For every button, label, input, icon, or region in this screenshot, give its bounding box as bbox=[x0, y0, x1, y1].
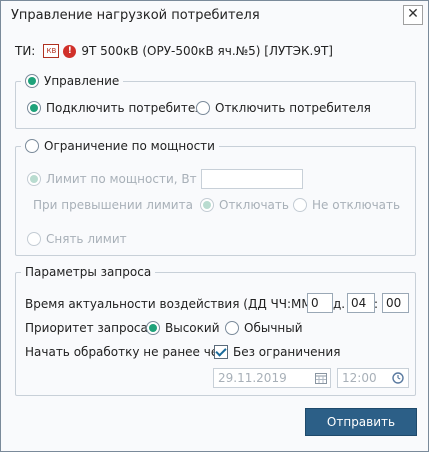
ti-label: ТИ: bbox=[15, 44, 36, 58]
priority-high-option[interactable]: Высокий bbox=[146, 321, 220, 335]
priority-label: Приоритет запроса bbox=[25, 321, 148, 335]
exceed-disconnect-radio[interactable] bbox=[200, 198, 214, 212]
time-colon: : bbox=[374, 297, 379, 311]
remove-limit-label: Снять лимит bbox=[46, 232, 127, 246]
dialog-titlebar: Управление нагрузкой потребителя ✕ bbox=[1, 1, 428, 29]
close-icon[interactable]: ✕ bbox=[403, 5, 423, 25]
date-value: 29.11.2019 bbox=[218, 371, 287, 385]
request-params-legend: Параметры запроса bbox=[21, 265, 156, 279]
control-legend-label: Управление bbox=[44, 74, 120, 88]
connect-radio[interactable] bbox=[27, 101, 41, 115]
disconnect-label: Отключить потребителя bbox=[215, 101, 371, 115]
priority-normal-option[interactable]: Обычный bbox=[225, 321, 303, 335]
control-radio[interactable] bbox=[25, 74, 39, 88]
no-limit-option[interactable]: Без ограничения bbox=[214, 345, 340, 359]
priority-high-label: Высокий bbox=[165, 321, 220, 335]
ti-row: ТИ: КВ ! 9Т 500кВ (ОРУ-500кВ яч.№5) [ЛУТ… bbox=[15, 43, 333, 59]
minutes-input[interactable]: 00 bbox=[382, 293, 409, 313]
ti-name: 9Т 500кВ (ОРУ-500кВ яч.№5) [ЛУТЭК.9Т] bbox=[81, 44, 333, 58]
validity-label: Время актуальности воздействия (ДД ЧЧ:ММ… bbox=[25, 297, 317, 311]
warning-icon: ! bbox=[63, 44, 77, 58]
send-button[interactable]: Отправить bbox=[305, 408, 417, 436]
exceed-label: При превышении лимита bbox=[33, 198, 193, 212]
clock-icon[interactable] bbox=[392, 372, 404, 384]
control-legend[interactable]: Управление bbox=[21, 74, 124, 88]
power-limit-radio[interactable] bbox=[25, 139, 39, 153]
days-input[interactable]: 0 bbox=[307, 293, 333, 313]
disconnect-radio[interactable] bbox=[196, 101, 210, 115]
remove-limit-option[interactable]: Снять лимит bbox=[27, 232, 127, 246]
limit-option[interactable]: Лимит по мощности, Вт bbox=[27, 172, 197, 186]
priority-normal-radio[interactable] bbox=[225, 321, 239, 335]
load-control-dialog: Управление нагрузкой потребителя ✕ ТИ: К… bbox=[0, 0, 429, 452]
days-suffix: д. bbox=[333, 297, 346, 311]
power-limit-legend[interactable]: Ограничение по мощности bbox=[21, 139, 219, 153]
limit-radio[interactable] bbox=[27, 172, 41, 186]
no-limit-checkbox[interactable] bbox=[214, 345, 228, 359]
no-limit-label: Без ограничения bbox=[233, 345, 341, 359]
remove-limit-radio[interactable] bbox=[27, 232, 41, 246]
connect-label: Подключить потребителя bbox=[46, 101, 211, 115]
priority-normal-label: Обычный bbox=[244, 321, 303, 335]
time-picker[interactable]: 12:00 bbox=[337, 368, 409, 388]
priority-high-radio[interactable] bbox=[146, 321, 160, 335]
time-value: 12:00 bbox=[342, 371, 377, 385]
limit-input[interactable] bbox=[201, 169, 303, 189]
request-params-legend-label: Параметры запроса bbox=[25, 265, 152, 279]
exceed-disconnect-label: Отключать bbox=[219, 198, 289, 212]
date-picker[interactable]: 29.11.2019 bbox=[213, 368, 331, 388]
exceed-disconnect-option[interactable]: Отключать bbox=[200, 198, 289, 212]
exceed-nodisconnect-label: Не отключать bbox=[312, 198, 401, 212]
power-limit-legend-label: Ограничение по мощности bbox=[44, 139, 215, 153]
exceed-nodisconnect-radio[interactable] bbox=[293, 198, 307, 212]
database-icon: КВ bbox=[43, 44, 60, 58]
disconnect-option[interactable]: Отключить потребителя bbox=[196, 101, 371, 115]
calendar-icon[interactable] bbox=[315, 372, 327, 384]
start-label: Начать обработку не ранее чем bbox=[25, 345, 228, 359]
connect-option[interactable]: Подключить потребителя bbox=[27, 101, 210, 115]
dialog-title: Управление нагрузкой потребителя bbox=[11, 8, 260, 23]
limit-label: Лимит по мощности, Вт bbox=[46, 172, 197, 186]
hours-input[interactable]: 04 bbox=[347, 293, 375, 313]
exceed-nodisconnect-option[interactable]: Не отключать bbox=[293, 198, 400, 212]
